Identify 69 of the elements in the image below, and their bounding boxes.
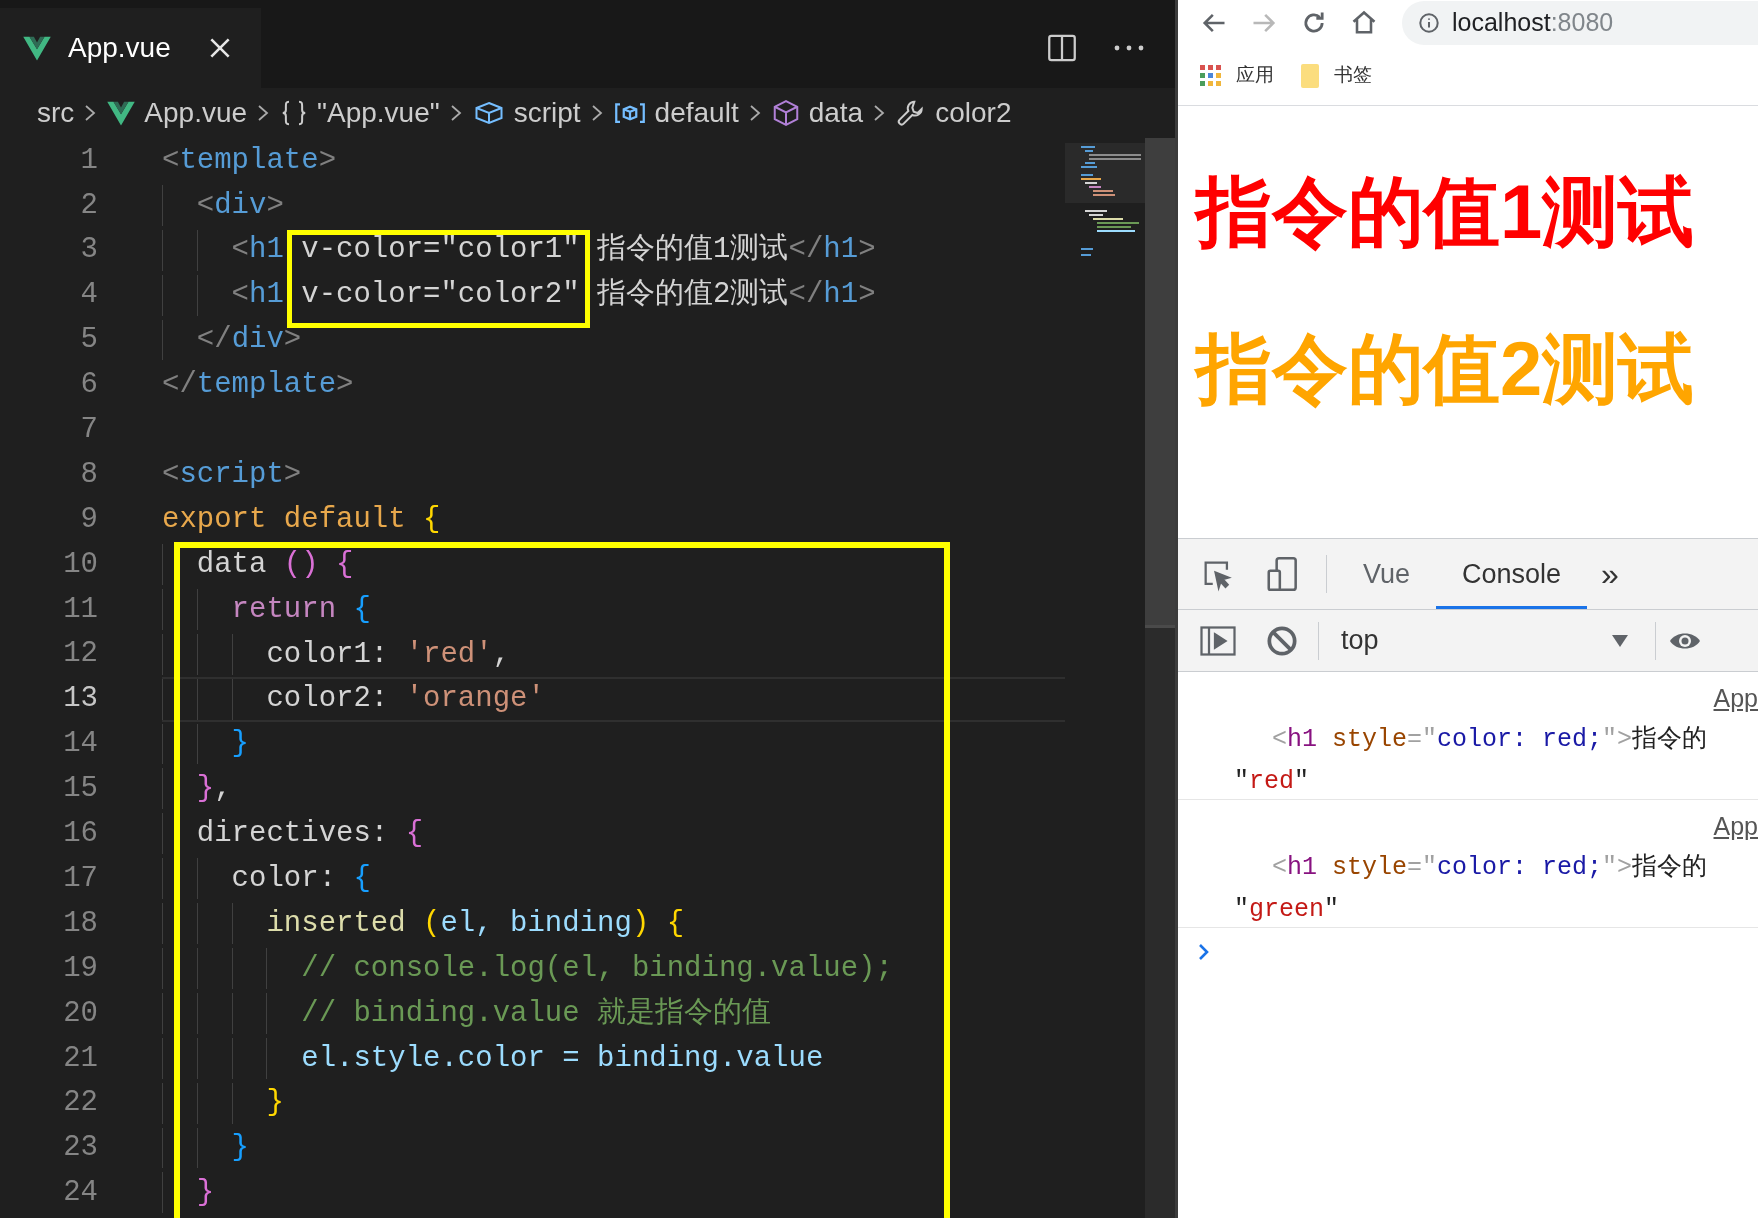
line-number: 1 [79, 142, 98, 179]
breadcrumb-item[interactable]: default [612, 92, 739, 134]
console-element[interactable]: <h1 style="color: red;">指令的 [1178, 849, 1758, 887]
code-line: <script> [162, 456, 302, 493]
line-number: 5 [79, 322, 98, 359]
code-line: color: { [230, 860, 371, 897]
line-number: 15 [62, 771, 98, 808]
line-number: 21 [62, 1040, 98, 1077]
line-number: 14 [62, 726, 98, 763]
more-tabs-button[interactable]: » [1587, 539, 1633, 609]
breadcrumb-item[interactable]: color2 [895, 92, 1012, 134]
devtools-tab[interactable]: Vue [1337, 539, 1437, 609]
code-line: directives: { [195, 816, 424, 853]
editor-tab[interactable]: App.vue [0, 8, 261, 88]
line-number: 7 [79, 412, 98, 449]
bookmark-item[interactable]: 书签 [1300, 61, 1372, 90]
code-line: <template> [162, 142, 337, 179]
line-number: 12 [62, 636, 98, 673]
line-number: 10 [62, 546, 98, 583]
source-link[interactable]: App [1713, 814, 1758, 839]
code-line: color2: 'orange' [265, 681, 545, 718]
code-line: data () { [195, 546, 354, 583]
url-text: localhost:8080 [1452, 7, 1614, 39]
code-line: } [265, 1085, 284, 1122]
line-number: 13 [62, 681, 98, 718]
code-line: el.style.color = binding.value [300, 1040, 824, 1077]
line-number: 18 [62, 905, 98, 942]
line-number: 23 [62, 1130, 98, 1167]
code-line: // binding.value 就是指令的值 [300, 995, 772, 1032]
console-value: "green" [1233, 893, 1340, 926]
source-link[interactable]: App [1713, 686, 1758, 711]
line-number: 19 [62, 950, 98, 987]
console-element[interactable]: <h1 style="color: red;">指令的 [1178, 721, 1758, 759]
breadcrumb-item[interactable]: src [37, 92, 75, 134]
breadcrumb-item[interactable]: App.vue [106, 92, 248, 134]
code-line: </template> [162, 367, 354, 404]
code-line: <h1 v-color="color1" 指令的值1测试</h1> [230, 232, 876, 269]
line-number: 9 [79, 501, 98, 538]
breadcrumb-item[interactable]: "App.vue" [279, 92, 440, 134]
console-value: "red" [1233, 765, 1310, 798]
code-line: </div> [195, 322, 302, 359]
page-heading: 指令的值1测试 [1196, 168, 1696, 256]
address-bar[interactable]: localhost:8080 [1402, 1, 1758, 45]
breadcrumb-item[interactable]: script [471, 92, 581, 134]
code-line: inserted (el, binding) { [265, 905, 685, 942]
code-line: return { [230, 591, 371, 628]
line-number: 3 [79, 232, 98, 269]
line-number: 4 [79, 277, 98, 314]
code-line: } [230, 726, 249, 763]
line-number: 8 [79, 456, 98, 493]
code-line: export default { [162, 501, 441, 538]
line-number: 6 [79, 367, 98, 404]
line-number: 24 [62, 1175, 98, 1212]
breadcrumb-item[interactable]: data [770, 92, 864, 134]
line-number: 17 [62, 860, 98, 897]
code-line: } [195, 1175, 215, 1212]
code-line: color1: 'red', [265, 636, 511, 673]
code-line: }, [195, 771, 232, 808]
line-number: 16 [62, 816, 98, 853]
line-number: 22 [62, 1085, 98, 1122]
code-line: // console.log(el, binding.value); [300, 950, 893, 987]
code-line: <div> [195, 187, 284, 224]
bookmark-item[interactable]: 应用 [1200, 61, 1274, 90]
line-number: 20 [62, 995, 98, 1032]
line-number: 11 [62, 591, 98, 628]
line-number: 2 [79, 187, 98, 224]
page-heading: 指令的值2测试 [1196, 325, 1696, 414]
code-line: <h1 v-color="color2" 指令的值2测试</h1> [230, 277, 876, 314]
code-line: } [230, 1130, 249, 1167]
